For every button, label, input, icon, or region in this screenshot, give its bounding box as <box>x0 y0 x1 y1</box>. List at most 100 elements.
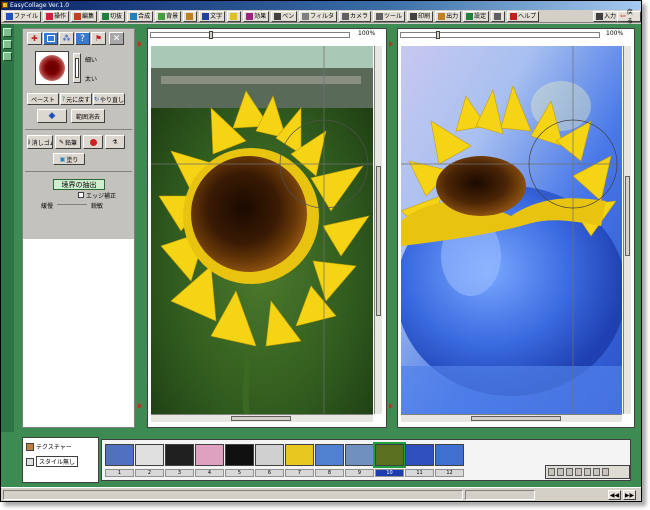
tool-mini-1[interactable] <box>548 468 555 476</box>
filmstrip-thumb[interactable] <box>345 444 374 466</box>
dropper-button[interactable]: ⚗ <box>105 135 125 149</box>
filmstrip-thumb[interactable] <box>315 444 344 466</box>
tool-mini-3[interactable] <box>566 468 573 476</box>
select-tool-button[interactable] <box>43 32 58 45</box>
diamond-tool-button[interactable]: ◆ <box>37 109 67 123</box>
left-vertical-scrollbar[interactable] <box>374 46 382 414</box>
panel-arrow-left-bottom[interactable] <box>138 403 142 409</box>
star-icon <box>230 12 238 20</box>
toolbar-button-9[interactable] <box>227 10 242 22</box>
right-vscroll-thumb[interactable] <box>625 176 630 256</box>
toolbar-button-17[interactable]: 設定 <box>463 10 490 22</box>
pin-tool-button[interactable]: ✚ <box>27 32 42 45</box>
toolbar-button-7[interactable] <box>183 10 198 22</box>
edge-correct-label: エッジ補正 <box>86 193 117 200</box>
fill-button[interactable]: ▣ 塗り <box>53 153 85 165</box>
paste-button[interactable]: ペースト <box>27 93 59 105</box>
tool-mini-7[interactable] <box>602 468 609 476</box>
left-zoom-slider[interactable] <box>150 31 350 39</box>
toolbar-button-15[interactable]: 印刷 <box>407 10 434 22</box>
filmstrip-thumb[interactable] <box>285 444 314 466</box>
toolbar-label: 効果 <box>254 12 267 20</box>
toolbar-button-6[interactable]: 背景 <box>155 10 182 22</box>
tool-mini-6[interactable] <box>593 468 600 476</box>
filmstrip-number: 7 <box>285 469 314 477</box>
brush-size-slider[interactable] <box>73 53 81 83</box>
flag-tool-button[interactable]: ⚑ <box>91 32 106 45</box>
filmstrip-number: 9 <box>345 469 374 477</box>
right-vertical-scrollbar[interactable] <box>623 46 631 414</box>
red-dot-button[interactable] <box>83 135 103 149</box>
left-vscroll-thumb[interactable] <box>376 166 381 316</box>
tool-panel: ✚ ⁂ ? ⚑ ✕ 細い 太い ペースト ? 元に戻す ↻ やり直し ◆ 範囲消去 … <box>22 28 135 428</box>
strip-button-3[interactable] <box>3 52 12 61</box>
filmstrip-thumb[interactable] <box>405 444 434 466</box>
toolbar-button-14[interactable]: ツール <box>373 10 406 22</box>
nav-next-button[interactable]: ▶▶ <box>623 490 636 500</box>
redo-button[interactable]: ↻ やり直し <box>93 93 125 105</box>
node-tool-button[interactable]: ⁂ <box>59 32 74 45</box>
back-button[interactable]: ⇦ 戻る <box>617 9 641 25</box>
tool-mini-5[interactable] <box>584 468 591 476</box>
face-icon: ☺ <box>28 139 31 146</box>
eraser-button[interactable]: ☺消しゴム <box>27 135 53 149</box>
tool-mini-4[interactable] <box>575 468 582 476</box>
filmstrip-thumb[interactable] <box>105 444 134 466</box>
toolbar-button-18[interactable] <box>491 10 506 22</box>
filmstrip-thumb[interactable] <box>195 444 224 466</box>
strip-button-1[interactable] <box>3 28 12 37</box>
filmstrip-thumb[interactable] <box>435 444 464 466</box>
toolbar-button-13[interactable]: カメラ <box>339 10 372 22</box>
toolbar-button-16[interactable]: 出力 <box>435 10 462 22</box>
right-hscroll-thumb[interactable] <box>471 416 561 421</box>
brush-dot <box>39 55 65 81</box>
toolbar-button-2[interactable]: 操作 <box>43 10 70 22</box>
filmstrip-thumb[interactable] <box>373 442 406 468</box>
toolbar-label: ペン <box>282 12 295 20</box>
right-horizontal-scrollbar[interactable] <box>401 414 622 422</box>
left-zoom-thumb[interactable] <box>209 31 213 39</box>
panel-arrow-left[interactable] <box>138 41 142 47</box>
toolbar-button-1[interactable]: ファイル <box>3 10 42 22</box>
toolbar-button-3[interactable]: 編集 <box>71 10 98 22</box>
filmstrip-thumb[interactable] <box>135 444 164 466</box>
toolbar-label: ツール <box>384 12 403 20</box>
extract-border-button[interactable]: 境界の抽出 <box>53 179 105 190</box>
toolbar-button-8[interactable]: 文字 <box>199 10 226 22</box>
toolbar-button-12[interactable]: フィルタ <box>299 10 338 22</box>
help-tool-button[interactable]: ? <box>75 32 90 45</box>
left-hscroll-thumb[interactable] <box>231 416 291 421</box>
strip-button-2[interactable] <box>3 40 12 49</box>
toolbar-label: カメラ <box>350 12 369 20</box>
toolbar-button-10[interactable]: 効果 <box>243 10 270 22</box>
filmstrip-thumb[interactable] <box>225 444 254 466</box>
erase-area-button[interactable]: 範囲消去 <box>71 109 105 123</box>
camera-icon <box>342 12 350 20</box>
toolbar-button-4[interactable]: 切抜 <box>99 10 126 22</box>
left-horizontal-scrollbar[interactable] <box>151 414 373 422</box>
composite-photo[interactable] <box>401 46 622 414</box>
style-row[interactable]: スタイル無し <box>26 456 79 467</box>
view-arrow-middle[interactable] <box>389 41 393 47</box>
toolbar-button-19[interactable]: ヘルプ <box>507 10 540 22</box>
toolbar-label: 切抜 <box>110 12 123 20</box>
filmstrip-thumb[interactable] <box>255 444 284 466</box>
pencil-button[interactable]: ✎ 鉛筆 <box>55 135 81 149</box>
view-arrow-middle-bottom[interactable] <box>389 403 393 409</box>
right-zoom-slider[interactable] <box>400 31 600 39</box>
close-panel-button[interactable]: ✕ <box>109 32 124 45</box>
tool-mini-2[interactable] <box>557 468 564 476</box>
edge-correct-checkbox[interactable] <box>78 192 84 198</box>
texture-row[interactable]: テクスチャー <box>26 442 72 451</box>
layer-panel: テクスチャー スタイル無し <box>22 437 99 483</box>
filmstrip-thumb[interactable] <box>165 444 194 466</box>
input-button[interactable]: 入力 <box>593 11 620 22</box>
tool-icon <box>376 12 384 20</box>
undo-button[interactable]: ? 元に戻す <box>60 93 92 105</box>
sensitivity-slider[interactable] <box>57 204 87 205</box>
nav-prev-button[interactable]: ◀◀ <box>608 490 621 500</box>
sunflower-photo[interactable] <box>151 46 373 414</box>
right-zoom-thumb[interactable] <box>436 31 440 39</box>
toolbar-button-5[interactable]: 合成 <box>127 10 154 22</box>
toolbar-button-11[interactable]: ペン <box>271 10 298 22</box>
